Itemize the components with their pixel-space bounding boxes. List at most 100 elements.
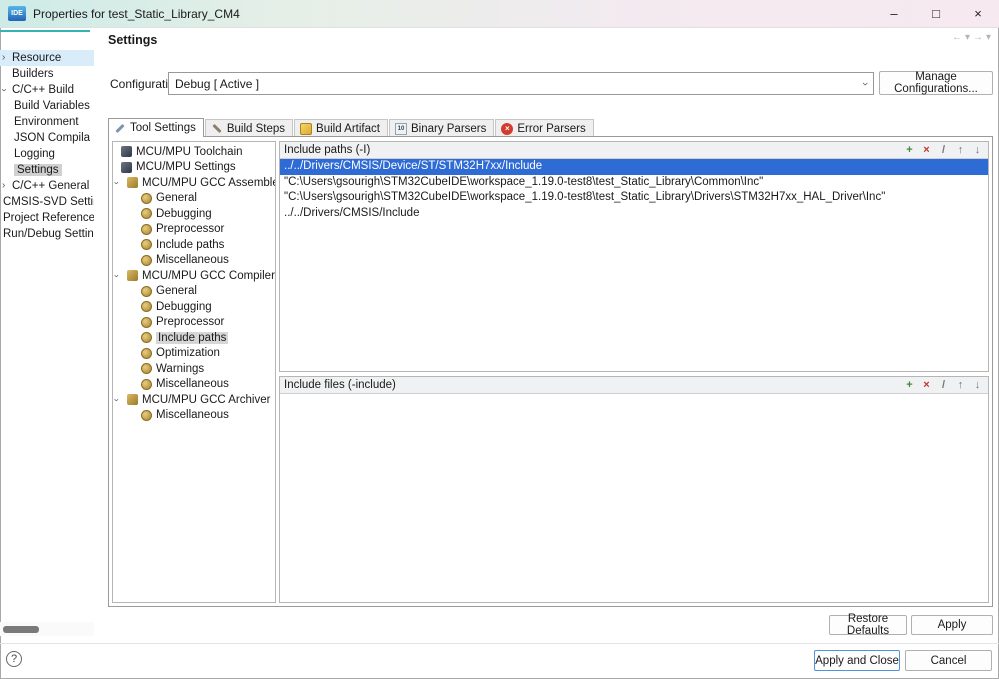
back-icon[interactable]: ← [952, 32, 962, 43]
move-up-icon[interactable]: ↑ [954, 144, 967, 157]
tool-tree-item-mcu-mpu-settings[interactable]: MCU/MPU Settings [113, 160, 275, 176]
gear-icon [141, 332, 152, 344]
tool-tree-item-mcu-mpu-gcc-archiver[interactable]: › MCU/MPU GCC Archiver [113, 392, 275, 408]
hammer-icon [211, 123, 223, 135]
scrollbar-thumb[interactable] [3, 626, 39, 633]
app-icon-label: IDE [11, 10, 23, 17]
tab-tool-settings[interactable]: Tool Settings [108, 118, 204, 137]
tool-tree-item-include-paths[interactable]: Include paths [113, 330, 275, 346]
tool-tree-item-general[interactable]: General [113, 284, 275, 300]
sidebar-item-cmsis-svd-settin[interactable]: CMSIS-SVD Settin [0, 194, 94, 210]
tool-tree-label: MCU/MPU Toolchain [136, 145, 243, 158]
include-path-item[interactable]: ../../Drivers/CMSIS/Include [280, 206, 988, 222]
chevron-down-icon[interactable]: › [113, 398, 122, 401]
sidebar-item-json-compila[interactable]: JSON Compila [0, 130, 94, 146]
tab-label: Binary Parsers [410, 122, 487, 135]
chevron-down-icon[interactable]: › [0, 88, 10, 91]
tab-label: Build Steps [226, 122, 286, 135]
chevron-right-icon[interactable]: › [2, 53, 5, 63]
history-nav: ← ▾ → ▾ [952, 32, 991, 43]
include-path-item[interactable]: "C:\Users\gsourigh\STM32CubeIDE\workspac… [280, 175, 988, 191]
include-path-item[interactable]: "C:\Users\gsourigh\STM32CubeIDE\workspac… [280, 190, 988, 206]
back-menu-icon[interactable]: ▾ [965, 32, 970, 43]
tab-error-parsers[interactable]: Error Parsers [495, 119, 594, 137]
tool-tree-item-debugging[interactable]: Debugging [113, 299, 275, 315]
tool-tree-item-general[interactable]: General [113, 191, 275, 207]
move-down-icon[interactable]: ↓ [971, 379, 984, 392]
sidebar-item-builders[interactable]: Builders [0, 66, 94, 82]
delete-icon[interactable]: × [920, 144, 933, 157]
configuration-select[interactable]: Debug [ Active ] › [168, 72, 874, 95]
edit-icon[interactable]: / [937, 379, 950, 392]
sidebar-item-build-variables[interactable]: Build Variables [0, 98, 94, 114]
include-files-title: Include files (-include) [284, 379, 396, 391]
help-icon[interactable]: ? [6, 651, 22, 667]
tool-tree-item-miscellaneous[interactable]: Miscellaneous [113, 253, 275, 269]
sidebar-item-label: Environment [14, 116, 79, 128]
tool-tree-item-preprocessor[interactable]: Preprocessor [113, 315, 275, 331]
tool-dark-icon [121, 161, 132, 173]
minimize-button[interactable]: – [873, 0, 915, 27]
chevron-right-icon[interactable]: › [2, 181, 5, 191]
sidebar-item-settings[interactable]: Settings [0, 162, 94, 178]
sidebar-item-c-c-build[interactable]: ›C/C++ Build [0, 82, 94, 98]
chevron-down-icon[interactable]: › [113, 181, 122, 184]
include-paths-panel: Include paths (-I) + × / ↑ ↓ ../../Drivers/C… [279, 141, 989, 372]
sidebar-item-resource[interactable]: › Resource [0, 50, 94, 66]
window-title: Properties for test_Static_Library_CM4 [33, 6, 240, 21]
delete-icon[interactable]: × [920, 379, 933, 392]
move-down-icon[interactable]: ↓ [971, 144, 984, 157]
tool-tree-item-preprocessor[interactable]: Preprocessor [113, 222, 275, 238]
cancel-button[interactable]: Cancel [905, 650, 992, 671]
sidebar-horizontal-scrollbar[interactable] [0, 622, 94, 636]
tool-tree-item-optimization[interactable]: Optimization [113, 346, 275, 362]
tab-label: Build Artifact [316, 122, 380, 135]
sidebar-item-label: Logging [14, 148, 55, 160]
tool-tree-label: Miscellaneous [156, 378, 229, 391]
edit-icon[interactable]: / [937, 144, 950, 157]
sidebar-item-c-c-general[interactable]: › C/C++ General [0, 178, 94, 194]
forward-menu-icon[interactable]: ▾ [986, 32, 991, 43]
apply-button[interactable]: Apply [911, 615, 993, 635]
tool-tree-item-mcu-mpu-gcc-assembler[interactable]: › MCU/MPU GCC Assembler [113, 175, 275, 191]
gear-icon [141, 363, 152, 375]
apply-and-close-button[interactable]: Apply and Close [814, 650, 900, 671]
gear-icon [141, 208, 152, 220]
chevron-down-icon: › [859, 81, 872, 86]
manage-configurations-button[interactable]: Manage Configurations... [879, 71, 993, 95]
sidebar-item-project-reference[interactable]: Project Reference [0, 210, 94, 226]
maximize-button[interactable]: □ [915, 0, 957, 27]
add-icon[interactable]: + [903, 144, 916, 157]
restore-defaults-button[interactable]: Restore Defaults [829, 613, 907, 637]
tab-binary-parsers[interactable]: Binary Parsers [388, 119, 495, 137]
tool-tree-item-mcu-mpu-gcc-compiler[interactable]: › MCU/MPU GCC Compiler [113, 268, 275, 284]
tool-icon [127, 177, 138, 189]
sidebar-tree: ›ResourceBuilders›C/C++ BuildBuild Varia… [0, 50, 94, 242]
close-button[interactable]: × [957, 0, 999, 27]
tab-bar: Tool Settings Build Steps Build Artifact Bi… [108, 118, 595, 137]
add-icon[interactable]: + [903, 379, 916, 392]
move-up-icon[interactable]: ↑ [954, 379, 967, 392]
tool-tree-label: Miscellaneous [156, 409, 229, 422]
tool-tree-item-mcu-mpu-toolchain[interactable]: MCU/MPU Toolchain [113, 144, 275, 160]
chevron-down-icon[interactable]: › [113, 274, 122, 277]
gear-icon [141, 285, 152, 297]
sidebar-item-label: Run/Debug Settin [3, 228, 94, 240]
include-files-toolbar: + × / ↑ ↓ [903, 379, 984, 392]
include-files-header: Include files (-include) + × / ↑ ↓ [280, 377, 988, 394]
tool-tree-item-include-paths[interactable]: Include paths [113, 237, 275, 253]
tab-build-artifact[interactable]: Build Artifact [294, 119, 388, 137]
include-paths-title: Include paths (-I) [284, 144, 371, 156]
gear-icon [141, 409, 152, 421]
tool-tree-item-miscellaneous[interactable]: Miscellaneous [113, 377, 275, 393]
sidebar-item-environment[interactable]: Environment [0, 114, 94, 130]
tool-tree-label: Miscellaneous [156, 254, 229, 267]
sidebar-item-run-debug-settin[interactable]: Run/Debug Settin [0, 226, 94, 242]
forward-icon[interactable]: → [973, 32, 983, 43]
tool-tree-item-debugging[interactable]: Debugging [113, 206, 275, 222]
tool-tree-item-miscellaneous[interactable]: Miscellaneous [113, 408, 275, 424]
sidebar-item-logging[interactable]: Logging [0, 146, 94, 162]
tab-build-steps[interactable]: Build Steps [204, 119, 294, 137]
include-path-item[interactable]: ../../Drivers/CMSIS/Device/ST/STM32H7xx/… [280, 159, 988, 175]
tool-tree-item-warnings[interactable]: Warnings [113, 361, 275, 377]
